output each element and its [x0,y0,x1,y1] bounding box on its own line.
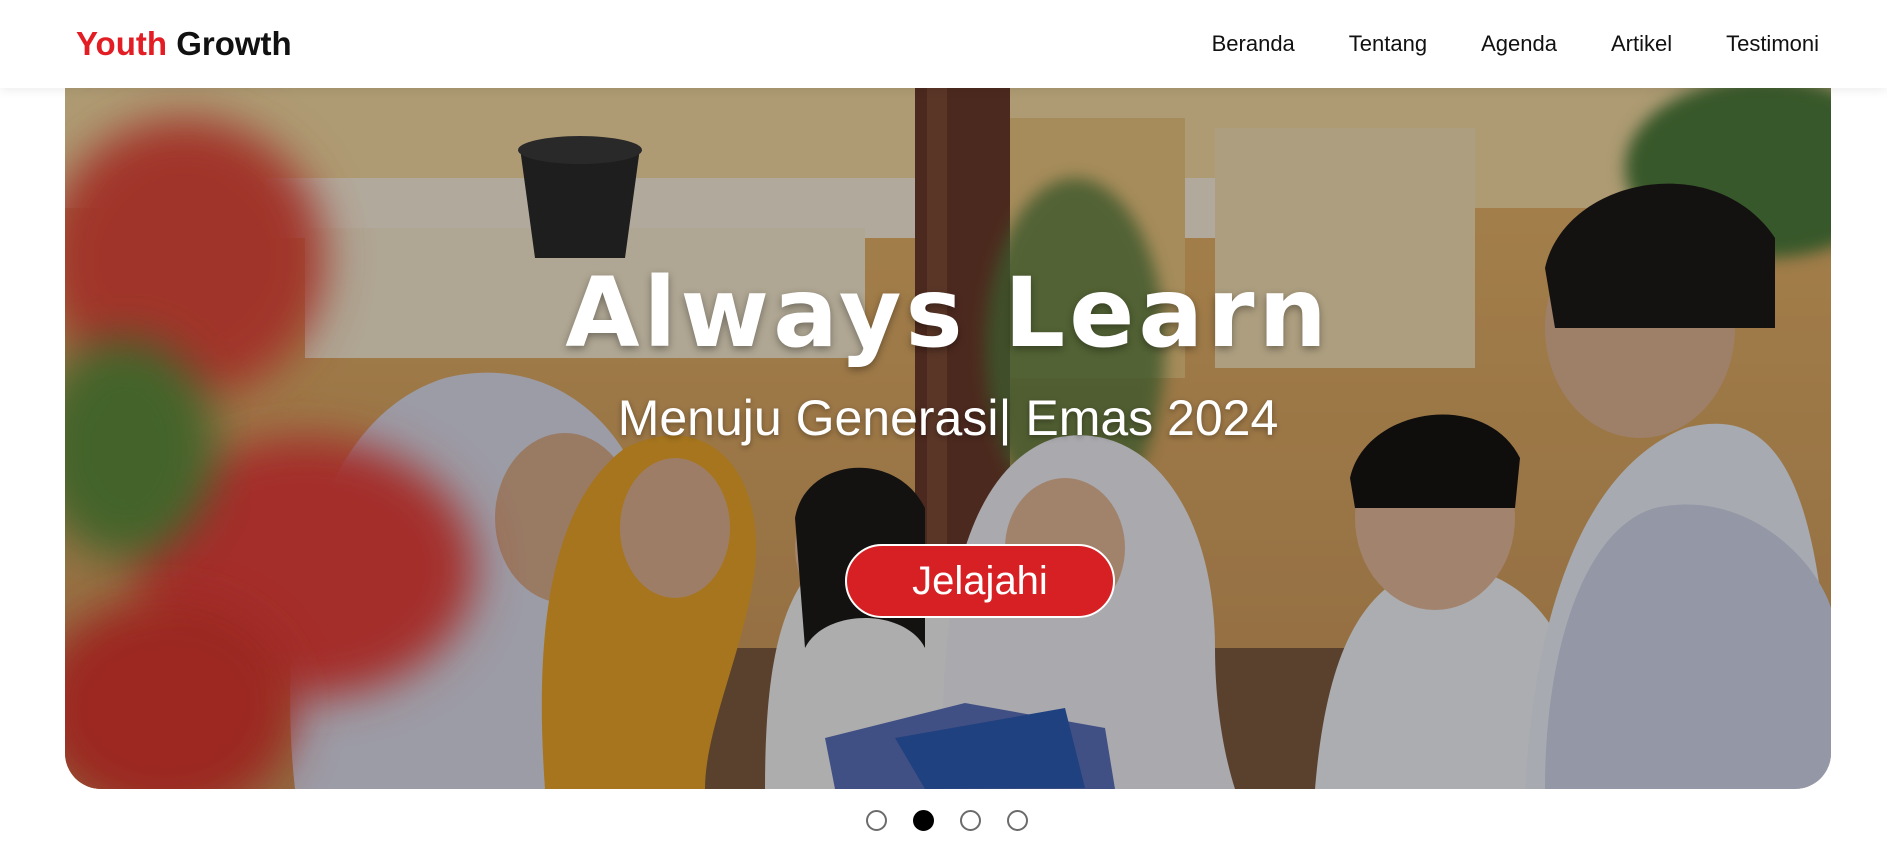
brand-word-growth: Growth [176,25,292,62]
carousel-dot-4[interactable] [1007,810,1028,831]
nav-link-tentang[interactable]: Tentang [1322,30,1454,58]
nav-link-artikel[interactable]: Artikel [1584,30,1699,58]
nav-menu: Beranda Tentang Agenda Artikel Testimoni [1185,30,1819,58]
hero-subtitle: Menuju Generasi| Emas 2024 [617,390,1279,446]
hero-content: Always Learn Menuju Generasi| Emas 2024 … [65,88,1831,789]
carousel-dot-3[interactable] [960,810,981,831]
carousel-dot-1[interactable] [866,810,887,831]
nav-link-testimoni[interactable]: Testimoni [1699,30,1819,58]
brand-word-youth: Youth [76,25,168,62]
nav-link-beranda[interactable]: Beranda [1185,30,1322,58]
nav-link-agenda[interactable]: Agenda [1454,30,1584,58]
hero-title: Always Learn [565,257,1331,369]
brand-logo[interactable]: Youth Growth [76,24,292,64]
carousel-dot-2-active[interactable] [913,810,934,831]
carousel-indicators [866,810,1028,831]
navbar: Youth Growth Beranda Tentang Agenda Arti… [0,0,1887,88]
hero-carousel: Always Learn Menuju Generasi| Emas 2024 … [65,88,1831,789]
explore-button[interactable]: Jelajahi [845,544,1115,618]
